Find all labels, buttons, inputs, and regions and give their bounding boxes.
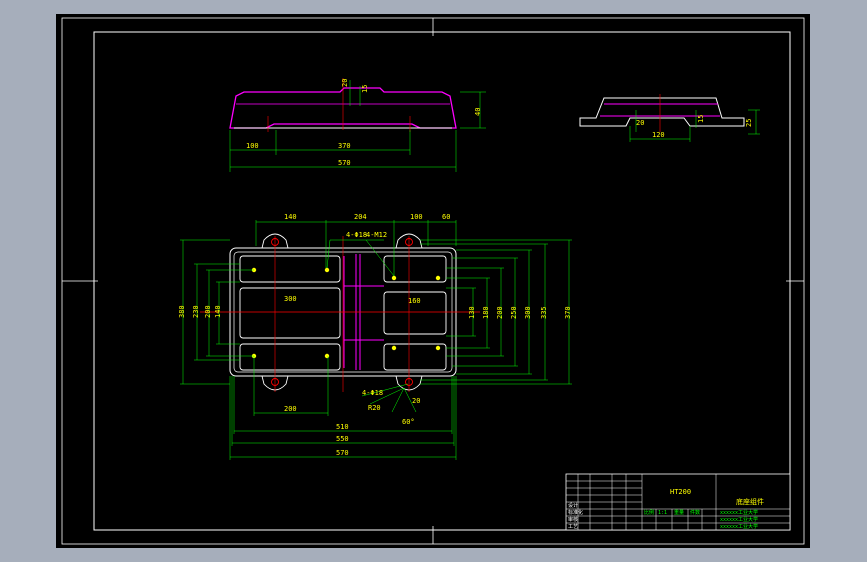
plan-left-dim-4: 140 [214,305,222,318]
plan-right-dim-6: 335 [540,306,548,319]
title-row-4: 工艺 [568,524,578,530]
title-row-1: 设计 [568,502,578,509]
title-row-2: 标准化 [568,509,583,516]
plan-left-dim-2: 230 [192,305,200,318]
plan-right-dim-2: 180 [482,306,490,319]
callout-holes-top-left: 4-Φ18 [346,231,367,239]
title-block: HT200 底座组件 设计 标准化 审核 工艺 比例 1:1 重量 件数 xxx… [565,473,791,531]
title-drawing-no: HT200 [670,488,691,496]
plan-right-dim-7: 370 [564,306,572,319]
side-dim-bottom: 120 [652,131,665,139]
label-bottom-left: 200 [284,405,297,413]
plan-right-dim-3: 200 [496,306,504,319]
title-part-name: 底座组件 [736,497,764,506]
callout-holes-top-right: 4-M12 [366,231,387,239]
title-cell-4: 件数 [690,509,700,516]
label-callout-r: R20 [368,404,381,412]
title-note-3: xxxxxx工业大学 [720,523,758,530]
front-dim-top-mid: 15 [361,85,369,93]
plan-bottom-dim-3: 570 [336,449,349,457]
front-dim-bottom-left: 100 [246,142,259,150]
label-callout-small: 20 [412,397,420,405]
title-note-2: xxxxxx工业大学 [720,516,758,523]
plan-left-dim-1: 380 [178,305,186,318]
plan-right-dim-1: 130 [468,306,476,319]
plan-bottom-dim-2: 550 [336,435,349,443]
side-dim-mid: 15 [697,115,705,123]
title-note-1: xxxxxx工业大学 [720,509,758,516]
plan-bottom-dim-1: 510 [336,423,349,431]
plan-right-dim-4: 250 [510,306,518,319]
plan-left-dim-3: 200 [204,305,212,318]
title-row-3: 审核 [568,516,578,523]
front-dim-bottom-total: 570 [338,159,351,167]
title-cell-2: 1:1 [658,510,667,516]
plan-dim-140: 140 [284,213,297,221]
title-cell-3: 重量 [674,509,684,516]
plan-right-dim-5: 300 [524,306,532,319]
label-right-window: 160 [408,297,421,305]
drawing-sheet [56,14,810,548]
plan-dim-204: 204 [354,213,367,221]
front-dim-top-small: 20 [341,79,349,87]
label-angle: 60° [402,418,415,426]
plan-dim-60: 60 [442,213,450,221]
front-dim-bottom-mid: 370 [338,142,351,150]
front-dim-right-height: 40 [474,108,482,116]
side-dim-left: 20 [636,119,644,127]
plan-dim-100: 100 [410,213,423,221]
cad-drawing-viewport[interactable]: 20 15 40 100 370 570 20 15 25 120 140 20… [0,0,867,562]
side-dim-right: 25 [745,119,753,127]
title-cell-1: 比例 [644,509,654,516]
label-left-window: 300 [284,295,297,303]
callout-holes-bottom: 4-Φ18 [362,389,383,397]
